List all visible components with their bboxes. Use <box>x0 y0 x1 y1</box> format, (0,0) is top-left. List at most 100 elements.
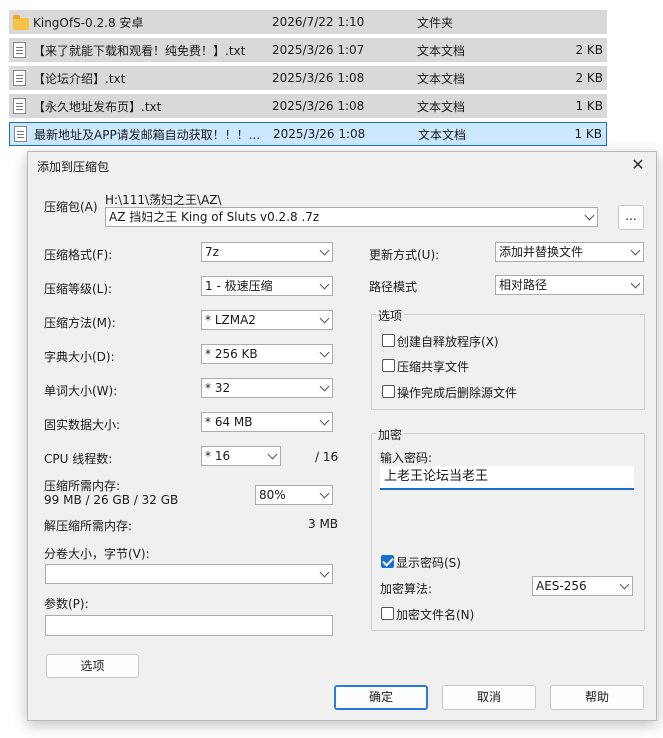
word-value: * 32 <box>205 381 231 395</box>
archive-name-combo[interactable]: AZ 挡妇之王 King of Sluts v0.2.8 .7z <box>105 207 598 227</box>
chevron-down-icon <box>630 278 641 289</box>
solid-label: 固实数据大小: <box>44 418 121 432</box>
chevron-down-icon <box>319 381 330 392</box>
solid-value: * 64 MB <box>205 415 253 429</box>
path-value: 相对路径 <box>499 278 548 292</box>
dict-label: 字典大小(D): <box>44 350 115 364</box>
chevron-down-icon <box>584 210 595 221</box>
chevron-down-icon <box>319 415 330 426</box>
text-file-icon <box>13 98 26 114</box>
enc-method-select[interactable]: AES-256 <box>532 576 633 596</box>
dict-select[interactable]: * 256 KB <box>201 344 333 364</box>
file-date: 2025/3/26 1:08 <box>272 71 365 85</box>
file-type: 文本文档 <box>417 71 466 86</box>
help-button[interactable]: 帮助 <box>550 685 644 710</box>
sfx-label: 创建自释放程序(X) <box>397 335 499 349</box>
options-button[interactable]: 选项 <box>46 654 139 678</box>
password-value: 上老王论坛当老王 <box>384 469 489 484</box>
file-name: 【论坛介绍】.txt <box>33 71 126 86</box>
file-type: 文件夹 <box>417 15 454 30</box>
solid-select[interactable]: * 64 MB <box>201 412 333 432</box>
file-row[interactable]: 【论坛介绍】.txt 2025/3/26 1:08 文本文档 2 KB <box>9 66 607 90</box>
path-select[interactable]: 相对路径 <box>495 275 644 295</box>
close-icon[interactable]: ✕ <box>628 155 648 175</box>
method-select[interactable]: * LZMA2 <box>201 310 333 330</box>
format-select[interactable]: 7z <box>201 242 333 262</box>
update-select[interactable]: 添加并替换文件 <box>495 242 644 262</box>
path-label: 路径模式 <box>369 280 418 294</box>
file-date: 2025/3/26 1:08 <box>272 99 365 113</box>
chevron-down-icon <box>319 567 330 578</box>
add-to-archive-dialog: 添加到压缩包 ✕ 压缩包(A) H:\111\荡妇之王\AZ\ AZ 挡妇之王 … <box>27 151 657 721</box>
password-label: 输入密码: <box>380 451 433 465</box>
chevron-down-icon <box>319 245 330 256</box>
file-row[interactable]: 【来了就能下载和观看！纯免费！】.txt 2025/3/26 1:07 文本文档… <box>9 38 607 62</box>
file-size: 2 KB <box>575 43 603 57</box>
file-size: 1 KB <box>574 127 602 141</box>
file-type: 文本文档 <box>417 43 466 58</box>
file-size: 1 KB <box>575 99 603 113</box>
split-label: 分卷大小，字节(V): <box>44 547 150 561</box>
enc-method-label: 加密算法: <box>380 582 433 596</box>
method-value: * LZMA2 <box>205 313 256 327</box>
split-select[interactable] <box>45 564 333 584</box>
file-name: KingOfS-0.2.8 安卓 <box>33 15 144 30</box>
shared-label: 压缩共享文件 <box>397 360 470 374</box>
archive-label: 压缩包(A) <box>44 200 98 214</box>
ok-button[interactable]: 确定 <box>334 685 428 710</box>
text-file-icon <box>13 70 26 86</box>
text-file-icon <box>13 42 26 58</box>
cpu-total: / 16 <box>315 450 339 464</box>
dict-value: * 256 KB <box>205 347 258 361</box>
chevron-down-icon <box>630 245 641 256</box>
method-label: 压缩方法(M): <box>44 316 116 330</box>
mem-label: 压缩所需内存: <box>44 479 121 493</box>
encrypt-names-checkbox[interactable] <box>381 607 394 620</box>
file-size: 2 KB <box>575 71 603 85</box>
word-select[interactable]: * 32 <box>201 378 333 398</box>
enc-method-value: AES-256 <box>536 579 587 593</box>
file-name: 【来了就能下载和观看！纯免费！】.txt <box>33 43 246 58</box>
cpu-select[interactable]: * 16 <box>201 446 281 466</box>
level-label: 压缩等级(L): <box>44 282 113 296</box>
delete-source-label: 操作完成后删除源文件 <box>397 386 518 400</box>
sfx-checkbox[interactable] <box>382 334 395 347</box>
chevron-down-icon <box>319 488 330 499</box>
update-value: 添加并替换文件 <box>499 245 584 259</box>
chevron-down-icon <box>319 313 330 324</box>
delete-source-checkbox[interactable] <box>382 385 395 398</box>
archive-name-value: AZ 挡妇之王 King of Sluts v0.2.8 .7z <box>109 210 320 224</box>
file-row[interactable]: 【永久地址发布页】.txt 2025/3/26 1:08 文本文档 1 KB <box>9 94 607 118</box>
chevron-down-icon <box>267 449 278 460</box>
decomp-label: 解压缩所需内存: <box>44 519 133 533</box>
show-password-checkbox[interactable] <box>381 555 394 568</box>
chevron-down-icon <box>619 579 630 590</box>
file-date: 2025/3/26 1:08 <box>273 127 366 141</box>
update-label: 更新方式(U): <box>369 248 440 262</box>
password-input[interactable]: 上老王论坛当老王 <box>380 466 634 490</box>
mem-detail: 99 MB / 26 GB / 32 GB <box>44 493 179 507</box>
encrypt-names-label: 加密文件名(N) <box>396 608 475 622</box>
chevron-down-icon <box>319 279 330 290</box>
level-select[interactable]: 1 - 极速压缩 <box>201 276 333 296</box>
show-password-label: 显示密码(S) <box>396 556 461 570</box>
word-label: 单词大小(W): <box>44 384 118 398</box>
chevron-down-icon <box>319 347 330 358</box>
mem-value: 80% <box>259 488 286 502</box>
encryption-group-label: 加密 <box>376 426 405 443</box>
text-file-icon <box>14 126 27 142</box>
format-label: 压缩格式(F): <box>44 248 113 262</box>
decomp-value: 3 MB <box>308 517 339 531</box>
params-input[interactable] <box>45 615 333 636</box>
mem-select[interactable]: 80% <box>255 485 333 505</box>
file-type: 文本文档 <box>417 99 466 114</box>
file-name: 最新地址及APP请发邮箱自动获取！！！.... <box>34 127 260 142</box>
shared-checkbox[interactable] <box>382 359 395 372</box>
dialog-title: 添加到压缩包 <box>37 160 110 174</box>
file-name: 【永久地址发布页】.txt <box>33 99 162 114</box>
browse-button[interactable]: ... <box>618 205 644 230</box>
file-row-folder[interactable]: KingOfS-0.2.8 安卓 2026/7/22 1:10 文件夹 <box>9 10 607 34</box>
cancel-button[interactable]: 取消 <box>442 685 536 710</box>
file-row-selected[interactable]: 最新地址及APP请发邮箱自动获取！！！.... 2025/3/26 1:08 文… <box>9 122 607 146</box>
file-type: 文本文档 <box>418 127 467 142</box>
